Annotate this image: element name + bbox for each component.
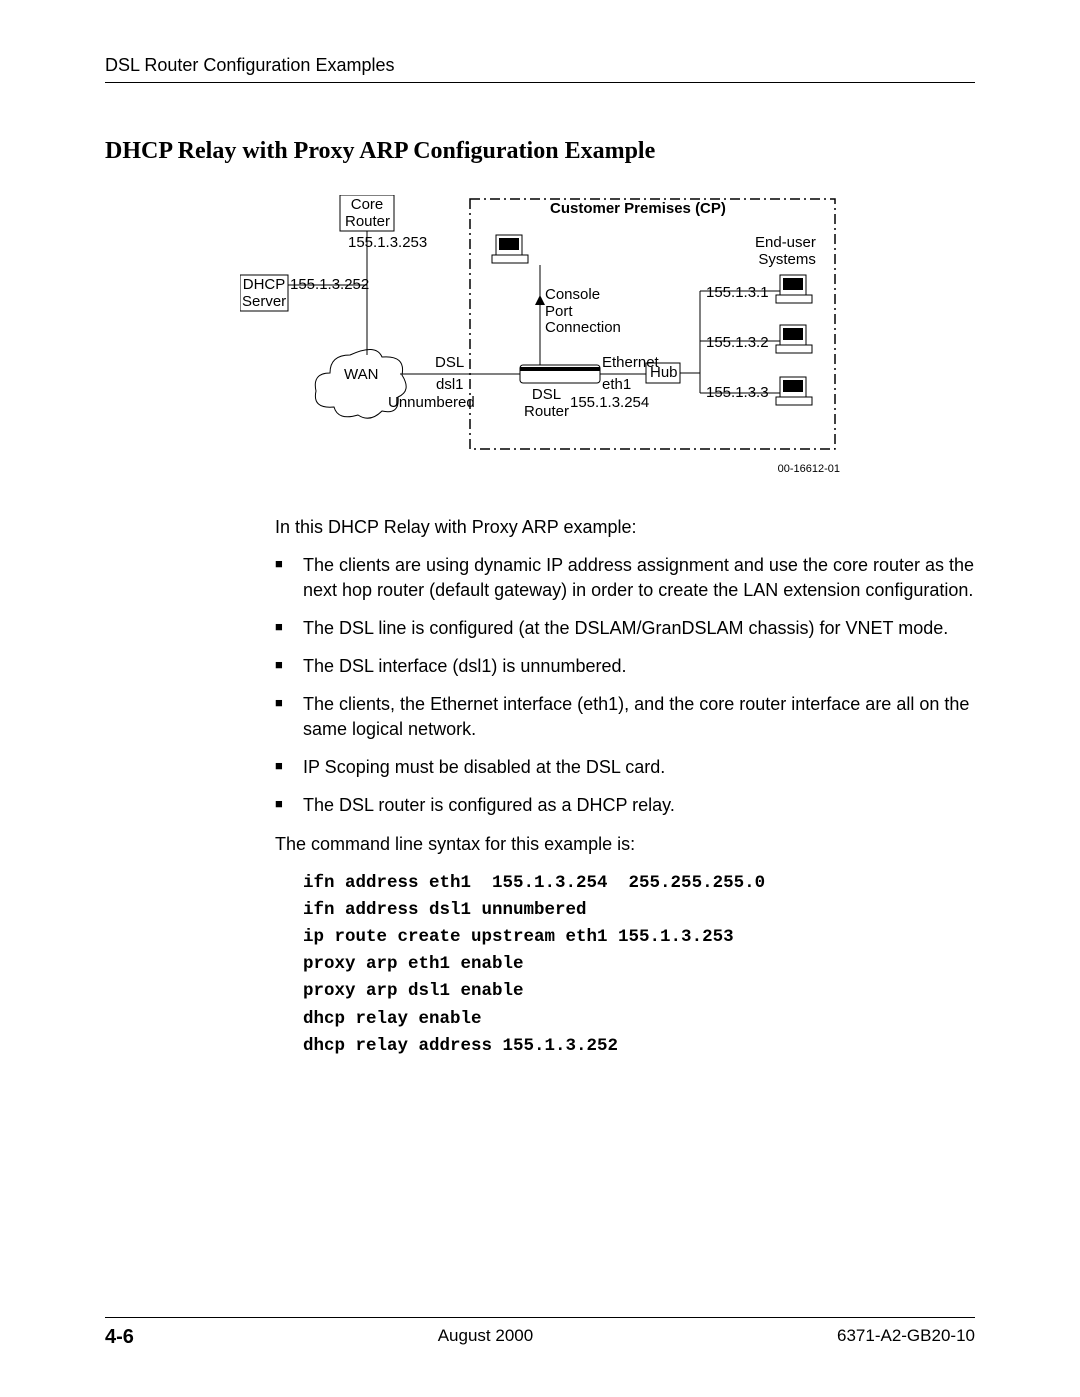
dsl-label: DSL (435, 355, 464, 372)
diagram-id: 00-16612-01 (778, 463, 840, 475)
list-item: The DSL line is configured (at the DSLAM… (275, 616, 975, 640)
body-text: In this DHCP Relay with Proxy ARP exampl… (275, 515, 975, 1060)
core-router-ip: 155.1.3.253 (348, 235, 427, 252)
list-item: The DSL router is configured as a DHCP r… (275, 793, 975, 817)
pc-ip-3: 155.1.3.3 (706, 385, 769, 402)
cp-title: Customer Premises (CP) (550, 201, 726, 218)
page-number: 4-6 (105, 1326, 134, 1349)
running-header: DSL Router Configuration Examples (105, 55, 975, 76)
header-rule (105, 82, 975, 83)
wan-label: WAN (344, 367, 378, 384)
intro-line: In this DHCP Relay with Proxy ARP exampl… (275, 515, 975, 539)
bullet-list: The clients are using dynamic IP address… (275, 553, 975, 817)
dhcp-server-label: DHCP Server (242, 277, 286, 310)
list-item: IP Scoping must be disabled at the DSL c… (275, 755, 975, 779)
pc-ip-2: 155.1.3.2 (706, 335, 769, 352)
list-item: The DSL interface (dsl1) is unnumbered. (275, 654, 975, 678)
unnumbered-label: Unnumbered (388, 395, 475, 412)
cmd-intro: The command line syntax for this example… (275, 832, 975, 856)
pc-ip-1: 155.1.3.1 (706, 285, 769, 302)
footer-date: August 2000 (438, 1326, 533, 1349)
diagram-container: Core Router 155.1.3.253 DHCP Server 155.… (105, 195, 975, 475)
dhcp-server-ip: 155.1.3.252 (290, 277, 369, 294)
enduser-label: End-user Systems (755, 235, 816, 268)
eth-ip-label: 155.1.3.254 (570, 395, 649, 412)
list-item: The clients, the Ethernet interface (eth… (275, 692, 975, 741)
section-title: DHCP Relay with Proxy ARP Configuration … (105, 138, 975, 165)
hub-label: Hub (650, 365, 678, 382)
list-item: The clients are using dynamic IP address… (275, 553, 975, 602)
core-router-label: Core Router (345, 197, 389, 230)
dsl1-label: dsl1 (436, 377, 464, 394)
command-block: ifn address eth1 155.1.3.254 255.255.255… (303, 870, 975, 1060)
page-footer: 4-6 August 2000 6371-A2-GB20-10 (105, 1317, 975, 1349)
footer-doc-id: 6371-A2-GB20-10 (837, 1326, 975, 1349)
eth1-label: eth1 (602, 377, 631, 394)
console-label: Console Port Connection (545, 287, 621, 337)
dsl-router-label: DSL Router (524, 387, 569, 420)
network-diagram: Core Router 155.1.3.253 DHCP Server 155.… (240, 195, 840, 475)
